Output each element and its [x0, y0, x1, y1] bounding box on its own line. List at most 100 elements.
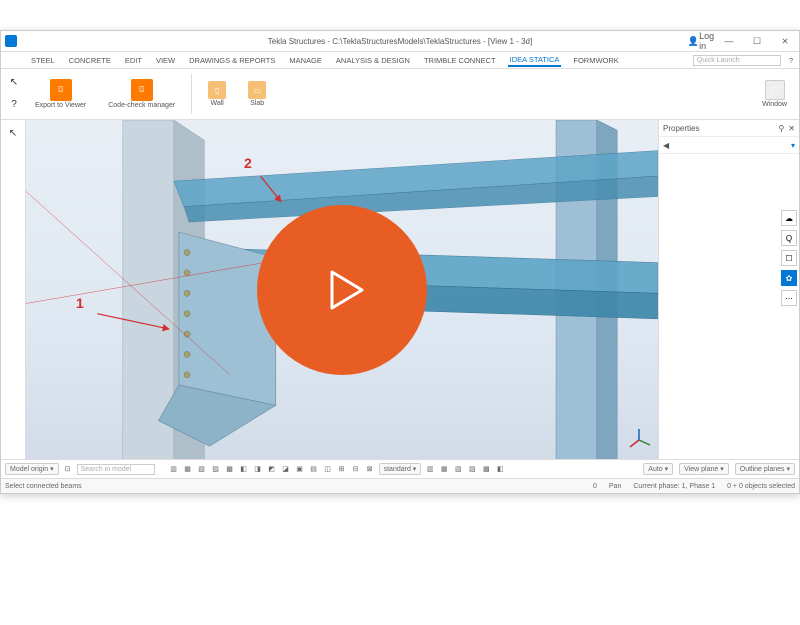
tab-steel[interactable]: STEEL: [29, 55, 57, 66]
toolbar-icon-t[interactable]: ▩: [481, 464, 491, 474]
toolbar-icon-u[interactable]: ◧: [495, 464, 505, 474]
side-icon-3[interactable]: ☐: [781, 250, 797, 266]
tab-analysis[interactable]: ANALYSIS & DESIGN: [334, 55, 412, 66]
ribbon-separator: [191, 74, 192, 114]
toolbar-icon-h[interactable]: ◩: [267, 464, 277, 474]
toolbar-icon-g[interactable]: ◨: [253, 464, 263, 474]
standard-dropdown[interactable]: standard ▾: [379, 463, 422, 475]
tab-formwork[interactable]: FORMWORK: [571, 55, 620, 66]
3d-viewport[interactable]: 1 2 3: [26, 120, 658, 459]
tab-view[interactable]: VIEW: [154, 55, 177, 66]
tab-idea-statica[interactable]: IDEA STATICA: [508, 54, 562, 67]
auto-dropdown[interactable]: Auto ▾: [643, 463, 673, 475]
zero-count: 0: [593, 483, 597, 490]
side-icon-1[interactable]: ☁: [781, 210, 797, 226]
properties-header: Properties ⚲ ✕: [659, 120, 799, 137]
side-icon-4[interactable]: ✿: [781, 270, 797, 286]
close-panel-icon[interactable]: ✕: [788, 124, 795, 133]
select-tool-icon[interactable]: ↖: [4, 124, 22, 142]
slab-icon: ▭: [248, 81, 266, 99]
close-button[interactable]: ⨯: [775, 34, 795, 48]
status-prompt: Select connected beams: [5, 483, 82, 490]
toolbar-icon-d[interactable]: ▨: [211, 464, 221, 474]
code-check-icon: ⌼: [131, 79, 153, 101]
play-button[interactable]: [257, 205, 427, 375]
left-toolbar: ↖: [1, 120, 26, 459]
side-icon-5[interactable]: ⋯: [781, 290, 797, 306]
cursor-tool-icon[interactable]: ↖: [5, 73, 23, 91]
login-button[interactable]: 👤 Log in: [691, 34, 711, 48]
help-icon[interactable]: ?: [789, 56, 793, 65]
outline-planes-label: Outline planes: [740, 466, 785, 473]
tool2-icon[interactable]: ?: [5, 95, 23, 113]
ribbon-window[interactable]: ☐ Window: [756, 78, 793, 110]
snap-icon-1[interactable]: ⊡: [63, 464, 73, 474]
body: ↖: [1, 120, 799, 459]
view-plane-dropdown[interactable]: View plane ▾: [679, 463, 729, 475]
quick-launch-input[interactable]: Quick Launch: [693, 55, 781, 66]
toolbar-icon-l[interactable]: ◫: [323, 464, 333, 474]
menubar-right: Quick Launch ?: [693, 55, 793, 66]
axis-gizmo-icon[interactable]: [626, 427, 652, 453]
properties-body: [659, 154, 799, 459]
toolbar-icon-f[interactable]: ◧: [239, 464, 249, 474]
selection-count: 0 + 0 objects selected: [727, 483, 795, 490]
toolbar-icon-r[interactable]: ▧: [453, 464, 463, 474]
toolbar-icon-i[interactable]: ◪: [281, 464, 291, 474]
export-viewer-icon: ⌼: [50, 79, 72, 101]
slab-label: Slab: [250, 100, 264, 107]
toolbar-icon-e[interactable]: ▩: [225, 464, 235, 474]
standard-label: standard: [384, 466, 411, 473]
ribbon-slab[interactable]: ▭ Slab: [242, 79, 272, 109]
status-bar-right: Auto ▾ View plane ▾ Outline planes ▾: [643, 463, 795, 475]
search-in-model-input[interactable]: Search in model: [77, 464, 155, 475]
play-icon: [312, 260, 372, 320]
ribbon: ↖ ? ⌼ Export to Viewer ⌼ Code-check mana…: [1, 69, 799, 120]
title-bar-right: 👤 Log in — ☐ ⨯: [691, 34, 799, 48]
tab-manage[interactable]: MANAGE: [287, 55, 324, 66]
outline-planes-dropdown[interactable]: Outline planes ▾: [735, 463, 795, 475]
minimize-button[interactable]: —: [719, 34, 739, 48]
window-icon: ☐: [765, 80, 785, 100]
status-bar-footer: Select connected beams 0 Pan Current pha…: [1, 478, 799, 493]
toolbar-icon-s[interactable]: ▨: [467, 464, 477, 474]
properties-title: Properties: [663, 124, 699, 133]
ribbon-code-check[interactable]: ⌼ Code-check manager: [102, 77, 181, 111]
app-icon: [5, 35, 17, 47]
toolbar-icon-a[interactable]: ▥: [169, 464, 179, 474]
ribbon-right: ☐ Window: [756, 78, 793, 110]
model-origin-dropdown[interactable]: Model origin ▾: [5, 463, 59, 475]
current-phase: Current phase: 1, Phase 1: [633, 483, 715, 490]
menu-bar: STEEL CONCRETE EDIT VIEW DRAWINGS & REPO…: [1, 52, 799, 69]
code-check-label: Code-check manager: [108, 102, 175, 109]
ribbon-wall[interactable]: ▯ Wall: [202, 79, 232, 109]
window-title: Tekla Structures - C:\TeklaStructuresMod…: [268, 37, 532, 46]
tab-edit[interactable]: EDIT: [123, 55, 144, 66]
toolbar-icon-b[interactable]: ▦: [183, 464, 193, 474]
app-window: Tekla Structures - C:\TeklaStructuresMod…: [0, 30, 800, 494]
back-icon[interactable]: ◀: [663, 141, 669, 150]
toolbar-icon-m[interactable]: ⊞: [337, 464, 347, 474]
toolbar-icon-c[interactable]: ▧: [197, 464, 207, 474]
maximize-button[interactable]: ☐: [747, 34, 767, 48]
tab-concrete[interactable]: CONCRETE: [67, 55, 113, 66]
pin-icon[interactable]: ⚲: [778, 124, 784, 133]
annotation-2: 2: [244, 155, 252, 171]
export-viewer-label: Export to Viewer: [35, 102, 86, 109]
side-icon-2[interactable]: Q: [781, 230, 797, 246]
ribbon-export-viewer[interactable]: ⌼ Export to Viewer: [29, 77, 92, 111]
toolbar-icon-o[interactable]: ⊠: [365, 464, 375, 474]
window-label: Window: [762, 101, 787, 108]
toolbar-icon-q[interactable]: ▦: [439, 464, 449, 474]
toolbar-icon-p[interactable]: ▥: [425, 464, 435, 474]
auto-label: Auto: [648, 466, 662, 473]
toolbar-icon-k[interactable]: ▤: [309, 464, 319, 474]
title-bar: Tekla Structures - C:\TeklaStructuresMod…: [1, 31, 799, 52]
toolbar-icon-n[interactable]: ⊟: [351, 464, 361, 474]
tab-trimble[interactable]: TRIMBLE CONNECT: [422, 55, 498, 66]
tab-drawings[interactable]: DRAWINGS & REPORTS: [187, 55, 277, 66]
toolbar-icon-j[interactable]: ▣: [295, 464, 305, 474]
model-origin-label: Model origin: [10, 466, 48, 473]
annotation-1: 1: [76, 295, 84, 311]
filter-icon[interactable]: ▾: [791, 141, 795, 150]
